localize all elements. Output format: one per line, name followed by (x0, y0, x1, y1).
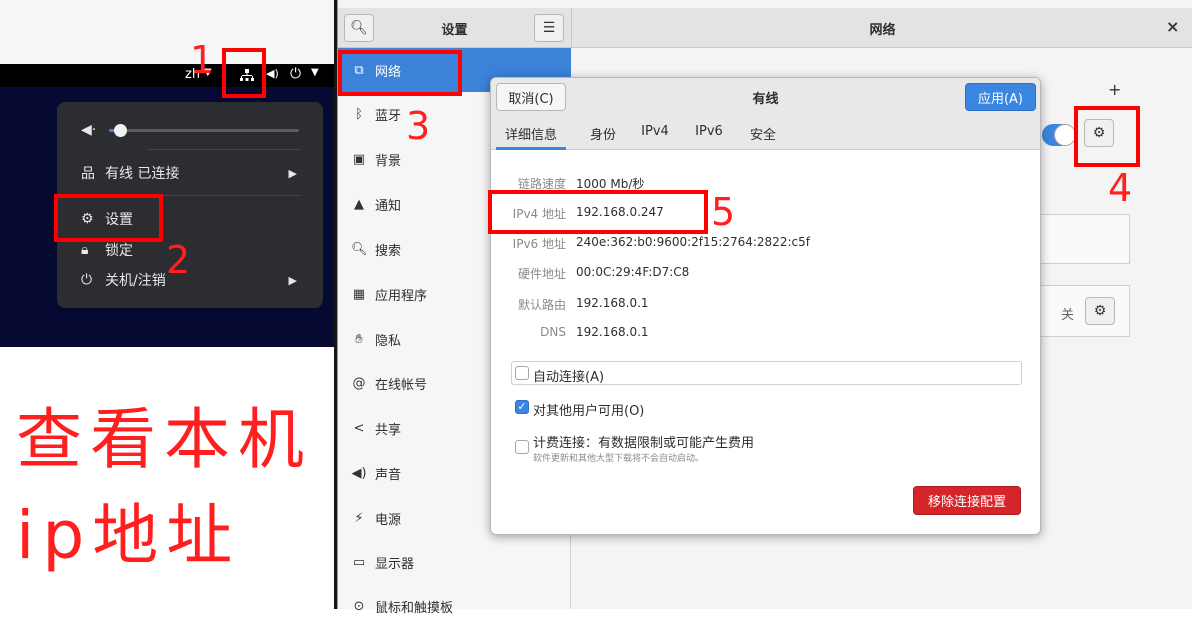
dns-label: DNS (540, 325, 566, 339)
display-icon: ▭ (352, 554, 366, 570)
wired-dialog: 有线 取消(C) 应用(A) 详细信息 身份 IPv4 IPv6 安全 链路速度… (490, 77, 1041, 535)
annotation-box-5 (488, 190, 708, 234)
settings-header-left: 🔍︎ 设置 ☰ (338, 8, 571, 48)
metered-label: 计费连接：有数据限制或可能产生费用 (533, 436, 755, 451)
chevron-right-icon: ▶ (288, 166, 297, 180)
menu-separator (147, 195, 301, 196)
remove-connection-button[interactable]: 移除连接配置 (913, 486, 1021, 515)
proxy-off-label: 关 (1061, 308, 1075, 323)
search-icon: 🔍︎ (351, 241, 368, 257)
volume-slider[interactable] (109, 129, 299, 132)
apps-icon: ▦ (352, 286, 366, 302)
tab-identity[interactable]: 身份 (585, 124, 621, 150)
annotation-number-5: 5 (711, 190, 736, 234)
sidebar-item-label: 隐私 (375, 333, 402, 349)
volume-row[interactable]: ◀· (57, 117, 323, 143)
annotation-box-3 (338, 50, 462, 96)
sidebar-item-label: 背景 (375, 153, 402, 169)
hardware-address-value: 00:0C:29:4F:D7:C8 (576, 265, 690, 279)
hamburger-icon: ☰ (542, 20, 556, 36)
volume-slider-handle[interactable] (114, 124, 127, 137)
volume-icon[interactable]: ◀) (266, 67, 279, 80)
bell-icon: ▲ (354, 196, 364, 212)
metered-checkbox[interactable] (515, 440, 529, 454)
lock-icon: 🔒︎ (81, 242, 89, 258)
network-icon: 品 (81, 166, 95, 182)
lock-label: 锁定 (105, 243, 133, 259)
annotation-number-3: 3 (406, 104, 431, 148)
speaker-icon: ◀) (351, 465, 367, 481)
sidebar-item-label: 应用程序 (375, 288, 428, 304)
speaker-icon: ◀· (81, 122, 97, 138)
annotation-number-4: 4 (1108, 166, 1133, 210)
hardware-address-label: 硬件地址 (517, 267, 566, 281)
annotation-title-line2: ip地址 (16, 497, 241, 574)
available-all-label: 对其他用户可用(O) (533, 404, 645, 419)
share-icon: < (353, 420, 365, 436)
default-route-label: 默认路由 (517, 298, 566, 312)
ipv6-address-label: IPv6 地址 (512, 237, 566, 251)
tab-ipv6[interactable]: IPv6 (691, 124, 727, 150)
default-route-value: 192.168.0.1 (576, 296, 649, 310)
auto-connect-label: 自动连接(A) (533, 370, 605, 385)
ipv6-address-value: 240e:362:b0:9600:2f15:2764:2822:c5f (576, 235, 810, 249)
power-label: 关机/注销 (105, 273, 166, 289)
sidebar-item-label: 搜索 (375, 243, 402, 259)
sidebar-item-label: 显示器 (375, 556, 415, 572)
wired-toggle[interactable] (1042, 124, 1076, 146)
gear-icon: ⚙ (1093, 303, 1107, 319)
power-icon[interactable]: ⏻ (290, 66, 301, 82)
wired-menu-item[interactable]: 品 有线 已连接 ▶ (57, 160, 323, 186)
tab-security[interactable]: 安全 (745, 124, 781, 150)
dns-value: 192.168.0.1 (576, 325, 649, 339)
available-all-checkbox[interactable]: ✓ (515, 400, 529, 414)
content-card (1038, 214, 1130, 264)
annotation-box-2 (54, 194, 163, 242)
tab-ipv4[interactable]: IPv4 (637, 124, 673, 150)
sidebar-item-mouse[interactable]: ⊙ 鼠标和触摸板 (338, 584, 571, 628)
wired-label: 有线 已连接 (105, 166, 180, 182)
mouse-icon: ⊙ (353, 598, 365, 614)
sidebar-item-label: 声音 (375, 467, 402, 483)
at-icon: @ (352, 375, 366, 391)
sidebar-item-display[interactable]: ▭ 显示器 (338, 540, 571, 584)
sidebar-item-label: 蓝牙 (375, 108, 402, 124)
menu-button[interactable]: ☰ (534, 14, 564, 42)
apply-button[interactable]: 应用(A) (965, 83, 1036, 111)
tab-details[interactable]: 详细信息 (496, 124, 566, 150)
annotation-number-2: 2 (166, 238, 191, 282)
annotation-box-4 (1074, 106, 1140, 167)
settings-header-right: 网络 × (571, 8, 1192, 48)
menu-separator (147, 149, 301, 150)
dialog-header: 有线 取消(C) 应用(A) 详细信息 身份 IPv4 IPv6 安全 (491, 78, 1040, 150)
hand-icon: ✋︎ (355, 331, 363, 347)
metered-note: 软件更新和其他大型下载将不会自动启动。 (533, 454, 705, 464)
annotation-title-line1: 查看本机 (16, 401, 312, 478)
sidebar-item-label: 鼠标和触摸板 (375, 600, 454, 616)
proxy-card (1038, 285, 1130, 337)
annotation-number-1: 1 (190, 38, 215, 82)
chevron-right-icon: ▶ (288, 273, 297, 287)
close-button[interactable]: × (1166, 17, 1179, 36)
bluetooth-icon: ᛒ (355, 106, 363, 122)
annotation-box-1 (222, 48, 266, 98)
power-icon: ⏻ (81, 272, 93, 288)
add-connection-button[interactable]: + (1108, 80, 1121, 99)
toggle-knob (1054, 124, 1076, 146)
sidebar-item-label: 电源 (375, 512, 402, 528)
desktop-top-area (0, 0, 334, 64)
top-bar: zh ▼ ◀) ⏻ ▼ (0, 64, 334, 87)
dialog-title: 有线 (752, 92, 779, 107)
cancel-button[interactable]: 取消(C) (496, 83, 566, 111)
auto-connect-checkbox[interactable] (515, 366, 529, 380)
panel-title: 网络 (869, 23, 896, 38)
chevron-down-icon[interactable]: ▼ (311, 67, 319, 78)
power-icon: ⚡︎ (354, 510, 364, 526)
sidebar-item-label: 通知 (375, 198, 402, 214)
background-icon: ▣ (352, 151, 366, 167)
proxy-settings-button[interactable]: ⚙ (1085, 297, 1115, 325)
sidebar-item-label: 在线帐号 (375, 377, 428, 393)
sidebar-item-label: 共享 (375, 422, 402, 438)
